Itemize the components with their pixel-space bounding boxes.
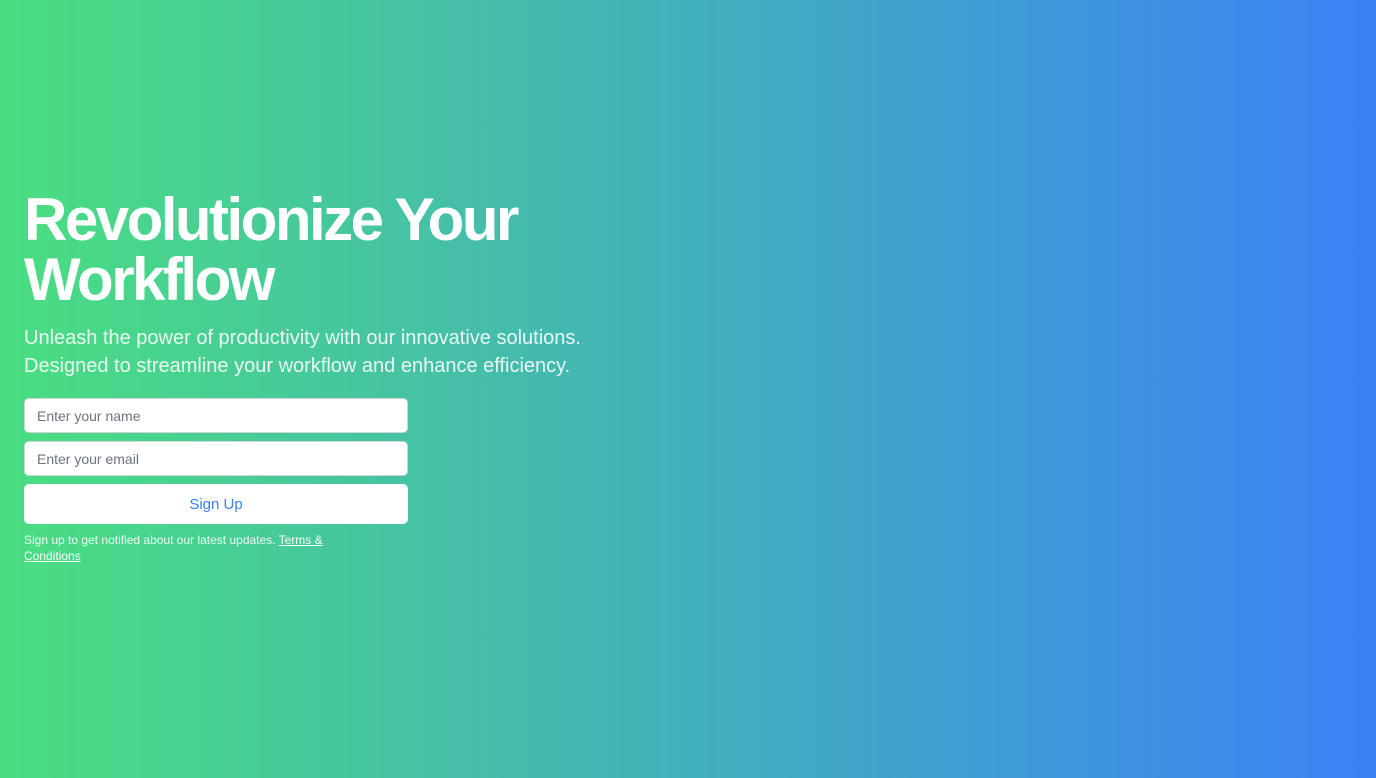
name-input[interactable] [24,398,408,433]
sign-up-button[interactable]: Sign Up [24,484,408,524]
signup-notice: Sign up to get notified about our latest… [24,532,364,564]
hero-subheadline: Unleash the power of productivity with o… [24,327,581,377]
signup-notice-text: Sign up to get notified about our latest… [24,533,279,547]
hero-headline: Revolutionize Your Workflow [24,186,519,313]
email-input[interactable] [24,441,408,476]
hero-section: Revolutionize Your Workflow Unleash the … [24,190,624,564]
signup-form: Sign Up Sign up to get notified about ou… [24,398,408,564]
